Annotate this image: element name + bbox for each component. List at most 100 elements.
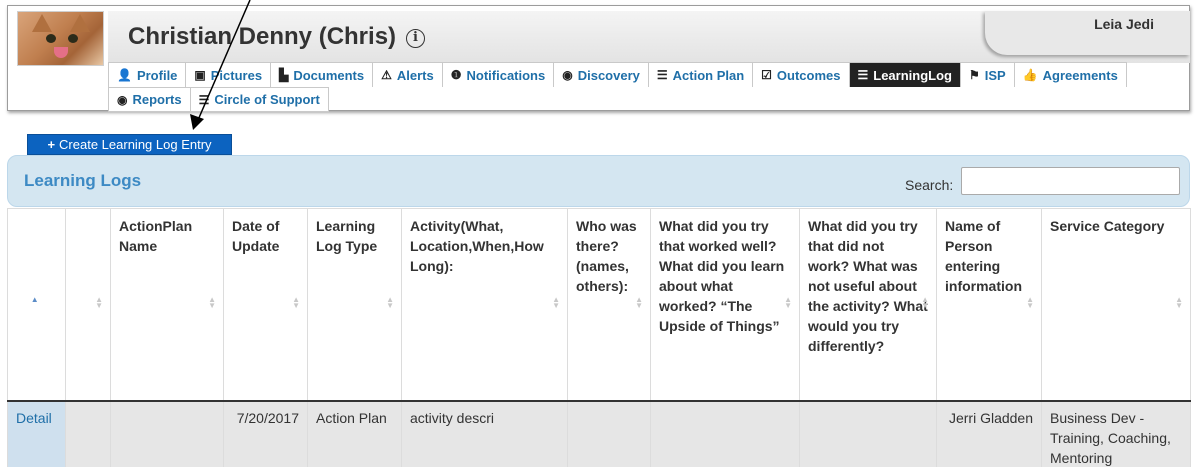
column-header[interactable]: ActionPlan Name ▲ ▼	[110, 208, 224, 402]
sort-icon[interactable]: ▲ ▼	[95, 296, 103, 310]
column-header-label: Name of Person entering information	[945, 218, 1022, 294]
table-cell: activity descri	[401, 400, 568, 467]
avatar-ear	[70, 14, 90, 32]
table-cell	[65, 400, 111, 467]
tab-agreements[interactable]: 👍 Agreements	[1014, 62, 1127, 87]
tab-profile[interactable]: 👤 Profile	[108, 62, 187, 87]
tab-label: ISP	[984, 67, 1006, 83]
table-cell	[799, 400, 937, 467]
cell-text: 7/20/2017	[236, 409, 299, 426]
search-label: Search:	[905, 177, 954, 193]
sort-icon[interactable]: ▲ ▼	[208, 296, 216, 310]
client-header-card: Christian Denny (Chris) i Leia Jedi 👤 Prof…	[7, 5, 1190, 112]
avatar-mouth	[54, 47, 68, 58]
tab-pictures[interactable]: ▣ Pictures	[186, 62, 272, 87]
search-input[interactable]	[961, 167, 1180, 195]
tab-action-plan[interactable]: ☰ Action Plan	[648, 62, 754, 87]
document-icon: ▙	[279, 68, 289, 82]
user-name: Leia Jedi	[1094, 16, 1154, 32]
sort-icon[interactable]: ▲	[31, 296, 39, 304]
create-learning-log-button[interactable]: + Create Learning Log Entry	[27, 134, 232, 155]
tab-label: Action Plan	[672, 67, 745, 83]
sort-icon[interactable]: ▲ ▼	[1026, 296, 1034, 310]
sort-icon[interactable]: ▲ ▼	[921, 296, 929, 310]
detail-cell[interactable]: Detail	[7, 400, 66, 467]
plus-icon: +	[47, 137, 56, 152]
tab-label: Circle of Support	[214, 92, 320, 107]
cell-text: Action Plan	[316, 409, 387, 426]
learning-logs-title: Learning Logs	[24, 171, 142, 190]
table-cell	[110, 400, 224, 467]
sort-icon[interactable]: ▲ ▼	[386, 296, 394, 310]
tab-label: LearningLog	[873, 67, 952, 83]
table-body: Detail 7/20/2017 Action Plan activity descr…	[7, 400, 1191, 467]
sort-icon[interactable]: ▲ ▼	[635, 296, 643, 310]
column-header[interactable]: ▲ ▼	[65, 208, 111, 402]
table-cell: Business Dev - Training, Coaching, Mento…	[1041, 400, 1191, 467]
avatar-eye	[68, 34, 78, 43]
check-square-icon: ☑	[761, 68, 772, 82]
picture-icon: ▣	[194, 68, 206, 82]
column-header[interactable]: ▲	[7, 208, 66, 402]
table-row: Detail 7/20/2017 Action Plan activity descr…	[7, 400, 1191, 467]
tab-notifications[interactable]: ❶ Notifications	[442, 62, 555, 87]
tab-documents[interactable]: ▙ Documents	[271, 62, 374, 87]
column-header-label: What did you try that did not work? What…	[808, 218, 928, 354]
column-header[interactable]: Who was there? (names, others): ▲ ▼	[567, 208, 651, 402]
column-header[interactable]: Activity(What, Location,When,How Long): ▲…	[401, 208, 568, 402]
create-button-label: Create Learning Log Entry	[59, 137, 212, 152]
column-header[interactable]: Name of Person entering information ▲ ▼	[936, 208, 1042, 402]
tab-discovery[interactable]: ◉ Discovery	[554, 62, 649, 87]
column-header[interactable]: Date of Update ▲ ▼	[223, 208, 308, 402]
cell-text: Business Dev - Training, Coaching, Mento…	[1050, 409, 1171, 466]
table-cell: Jerri Gladden	[936, 400, 1042, 467]
column-header[interactable]: Service Category ▲ ▼	[1041, 208, 1191, 402]
learning-logs-panel: Learning Logs Search:	[7, 155, 1190, 207]
table-cell	[567, 400, 651, 467]
column-header-label: What did you try that worked well? What …	[659, 218, 785, 334]
column-header[interactable]: Learning Log Type ▲ ▼	[307, 208, 402, 402]
tab-outcomes[interactable]: ☑ Outcomes	[753, 62, 850, 87]
tab-label: Discovery	[577, 67, 640, 83]
client-avatar	[17, 11, 104, 66]
tab-isp[interactable]: ⚑ ISP	[960, 62, 1015, 87]
table-header-row: ▲ ▲ ▼ ActionPlan Name ▲ ▼ Date of Update ▲ ▼ Lear…	[7, 208, 1191, 402]
column-header-label: Activity(What, Location,When,How Long):	[410, 218, 544, 274]
eye-icon: ◉	[117, 92, 128, 107]
warning-icon: ⚠	[381, 68, 392, 82]
client-name: Christian Denny (Chris)	[128, 23, 397, 50]
sort-icon[interactable]: ▲ ▼	[292, 296, 300, 310]
tab-label: Notifications	[466, 67, 546, 83]
column-header[interactable]: What did you try that worked well? What …	[650, 208, 800, 402]
column-header-label: ActionPlan Name	[119, 218, 193, 254]
sort-icon[interactable]: ▲ ▼	[784, 296, 792, 310]
column-header-label: Learning Log Type	[316, 218, 378, 254]
avatar-ear	[32, 14, 52, 32]
detail-link[interactable]: Detail	[16, 410, 52, 426]
info-icon[interactable]: i	[406, 29, 426, 48]
tab-label: Pictures	[210, 67, 263, 83]
tab-row-2: ◉ Reports ☰ Circle of Support	[108, 87, 1186, 112]
column-header-label: Service Category	[1050, 218, 1165, 234]
sort-icon[interactable]: ▲ ▼	[552, 296, 560, 310]
column-header[interactable]: What did you try that did not work? What…	[799, 208, 937, 402]
user-tab[interactable]: Leia Jedi	[985, 11, 1190, 55]
tab-circle-of-support[interactable]: ☰ Circle of Support	[190, 87, 329, 112]
person-icon: 👤	[117, 68, 132, 82]
sort-icon[interactable]: ▲ ▼	[1175, 296, 1183, 310]
column-header-label: Who was there? (names, others):	[576, 218, 637, 294]
tab-learninglog[interactable]: ☰ LearningLog	[849, 62, 961, 87]
column-header-label: Date of Update	[232, 218, 280, 254]
list-icon: ☰	[857, 68, 869, 82]
tab-alerts[interactable]: ⚠ Alerts	[373, 62, 443, 87]
table-cell: Action Plan	[307, 400, 402, 467]
tab-reports[interactable]: ◉ Reports	[108, 87, 191, 112]
cell-text: activity descri	[410, 409, 495, 426]
exclamation-circle-icon: ❶	[450, 68, 462, 82]
eye-icon: ◉	[562, 68, 573, 82]
arrow-head	[190, 114, 204, 130]
learning-log-table: ▲ ▲ ▼ ActionPlan Name ▲ ▼ Date of Update ▲ ▼ Lear…	[7, 208, 1191, 467]
avatar-eye	[46, 34, 56, 43]
tab-label: Agreements	[1042, 67, 1118, 83]
table-cell: 7/20/2017	[223, 400, 308, 467]
